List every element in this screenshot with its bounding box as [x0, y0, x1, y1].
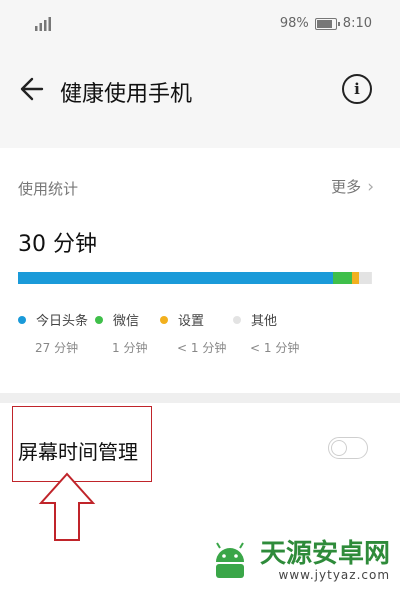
- status-right: 98% 8:10: [280, 16, 372, 31]
- usage-card: 使用统计 更多 › 30 分钟 今日头条 27 分钟 微信 1 分钟 设置 < 1…: [0, 148, 400, 393]
- battery-percent: 98%: [279, 16, 309, 31]
- legend-item: 微信 1 分钟: [95, 310, 147, 356]
- legend-app-name: 今日头条: [36, 314, 89, 329]
- section-divider: [0, 393, 400, 403]
- more-label: 更多: [331, 178, 362, 196]
- legend-app-name: 微信: [113, 314, 140, 329]
- legend-dot: [95, 315, 103, 324]
- usage-bar-segment: [352, 272, 359, 284]
- up-arrow-icon: [38, 472, 96, 541]
- total-usage: 30 分钟: [18, 232, 97, 257]
- page-title: 健康使用手机: [60, 82, 193, 107]
- more-link[interactable]: 更多 ›: [331, 176, 374, 197]
- legend-dot: [18, 315, 26, 324]
- usage-bar-segment: [18, 272, 333, 284]
- legend-item: 设置 < 1 分钟: [160, 310, 226, 356]
- clock: 8:10: [342, 16, 372, 31]
- legend-app-name: 设置: [178, 314, 205, 329]
- legend-app-time: 27 分钟: [35, 341, 79, 355]
- screen-time-label: 屏幕时间管理: [18, 440, 138, 464]
- arrow-left-icon[interactable]: [14, 72, 48, 106]
- watermark-title: 天源安卓网: [260, 539, 391, 569]
- status-bar: 98% 8:10: [0, 0, 400, 48]
- toggle-knob: [331, 440, 347, 456]
- usage-bar: [18, 272, 372, 284]
- legend-app-time: < 1 分钟: [250, 341, 300, 355]
- watermark: 天源安卓网 www.jytyaz.com: [208, 540, 390, 582]
- android-logo-icon: [216, 542, 244, 578]
- legend-item: 其他 < 1 分钟: [233, 310, 299, 356]
- battery-icon: [314, 17, 340, 30]
- signal-icon: [35, 17, 51, 31]
- legend-dot: [160, 315, 168, 324]
- info-icon[interactable]: i: [342, 74, 372, 104]
- usage-bar-segment: [333, 272, 352, 284]
- legend-app-name: 其他: [251, 314, 278, 329]
- watermark-url: www.jytyaz.com: [278, 568, 391, 582]
- legend-dot: [233, 315, 241, 324]
- legend-item: 今日头条 27 分钟: [18, 310, 88, 356]
- legend-app-time: < 1 分钟: [177, 341, 227, 355]
- usage-stats-label: 使用统计: [18, 180, 79, 198]
- legend-app-time: 1 分钟: [112, 341, 148, 355]
- app-header: 健康使用手机 i: [0, 56, 400, 126]
- usage-bar-segment: [359, 272, 371, 284]
- screen-time-toggle[interactable]: [328, 437, 368, 459]
- chevron-right-icon: ›: [367, 177, 374, 197]
